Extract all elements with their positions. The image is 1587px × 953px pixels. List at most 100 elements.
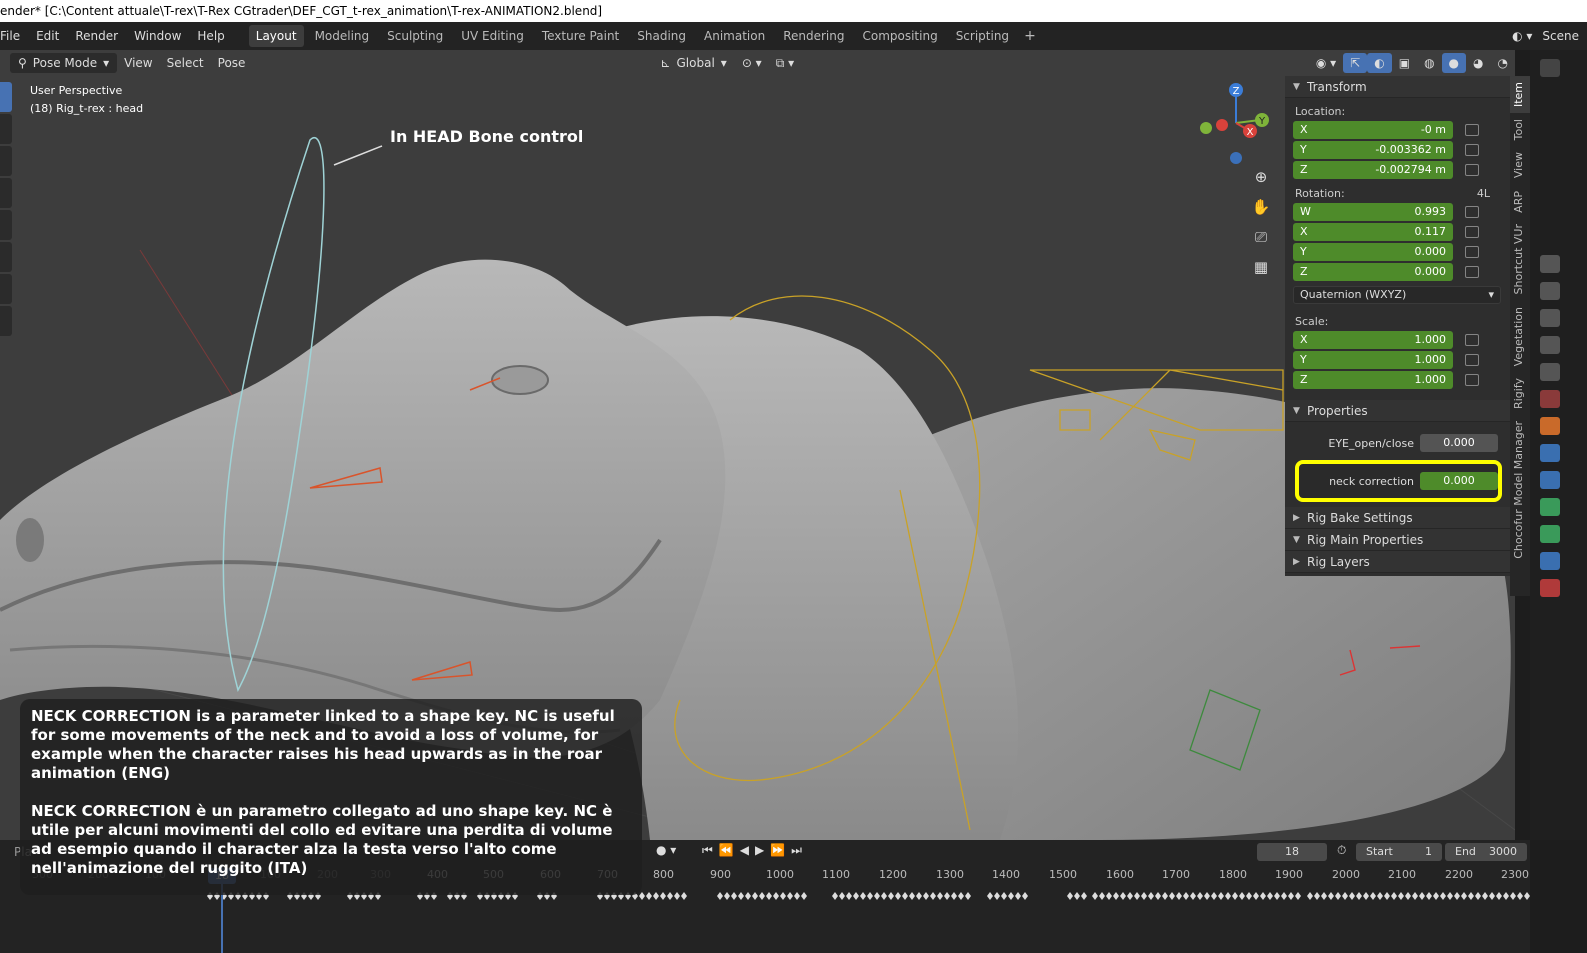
keyframe-diamond[interactable] <box>1475 892 1481 900</box>
keyframe-diamond[interactable] <box>1155 892 1161 900</box>
menu-edit[interactable]: Edit <box>28 22 67 50</box>
keyframe-diamond[interactable] <box>1204 892 1210 900</box>
keyframe-diamond[interactable] <box>1162 892 1168 900</box>
rotation-w-field[interactable]: W 0.993 <box>1293 203 1453 221</box>
keyframe-diamond[interactable] <box>1482 892 1488 900</box>
keyframe-diamond[interactable] <box>674 892 680 900</box>
object-properties-icon[interactable] <box>1540 417 1560 435</box>
keyframe-diamond[interactable] <box>965 892 971 900</box>
keyframe-diamond[interactable] <box>1496 892 1502 900</box>
rig-layers-header[interactable]: ▶ Rig Layers <box>1285 551 1510 573</box>
rotation-y-field[interactable]: Y 0.000 <box>1293 243 1453 261</box>
keyframe-diamond[interactable] <box>1190 892 1196 900</box>
keyframe-diamond[interactable] <box>1015 892 1021 900</box>
keyframe-diamond[interactable] <box>888 892 894 900</box>
tool-settings-icon[interactable] <box>1540 255 1560 273</box>
keyframe-diamond[interactable] <box>1412 892 1418 900</box>
keyframe-diamond[interactable] <box>846 892 852 900</box>
keyframe-diamond[interactable] <box>801 892 807 900</box>
keyframe-diamond[interactable] <box>1335 892 1341 900</box>
keyframe-diamond[interactable] <box>1225 892 1231 900</box>
pivot-selector[interactable]: ⊙ ▾ <box>735 53 769 73</box>
keyframe-diamond[interactable] <box>832 892 838 900</box>
keyframe-diamond[interactable] <box>1092 892 1098 900</box>
keyframe-diamond[interactable] <box>902 892 908 900</box>
keyframe-diamond[interactable] <box>1211 892 1217 900</box>
end-frame-field[interactable]: End 3000 <box>1445 843 1527 861</box>
bone-constraint-icon[interactable] <box>1540 552 1560 570</box>
keyframe-diamond[interactable] <box>1197 892 1203 900</box>
rotation-x-field[interactable]: X 0.117 <box>1293 223 1453 241</box>
keyframe-diamond[interactable] <box>867 892 873 900</box>
keyframe-diamond[interactable] <box>1468 892 1474 900</box>
tab-compositing[interactable]: Compositing <box>855 25 944 47</box>
stopwatch-icon[interactable]: ⏱ <box>1337 843 1346 858</box>
lock-icon[interactable] <box>1465 144 1479 156</box>
cursor-tool-icon[interactable] <box>0 114 12 144</box>
wireframe-shading-button[interactable]: ◍ <box>1417 53 1441 73</box>
tab-rigify[interactable]: Rigify <box>1510 372 1530 415</box>
keyframe-diamond[interactable] <box>1440 892 1446 900</box>
keyframe-diamond[interactable] <box>1447 892 1453 900</box>
keyframe-diamond[interactable] <box>738 892 744 900</box>
scene-selector[interactable]: ◐ ▾ Scene <box>1512 22 1587 50</box>
output-properties-icon[interactable] <box>1540 309 1560 327</box>
orientation-selector[interactable]: ⊾ Global ▾ <box>652 53 734 73</box>
world-properties-icon[interactable] <box>1540 390 1560 408</box>
tab-sculpting[interactable]: Sculpting <box>380 25 450 47</box>
material-shading-button[interactable]: ◕ <box>1466 53 1490 73</box>
keyframe-diamond[interactable] <box>1524 892 1530 900</box>
mode-selector[interactable]: ⚲ Pose Mode ▾ <box>10 53 118 73</box>
gizmo-toggle[interactable]: ⇱ <box>1343 53 1368 73</box>
camera-view-icon[interactable]: ⎚ <box>1248 224 1274 250</box>
location-x-field[interactable]: X -0 m <box>1293 121 1453 139</box>
keyframe-diamond[interactable] <box>1288 892 1294 900</box>
keyframe-diamond[interactable] <box>1274 892 1280 900</box>
keyframe-diamond[interactable] <box>1426 892 1432 900</box>
menu-file[interactable]: File <box>0 22 28 50</box>
keyframe-diamond[interactable] <box>1218 892 1224 900</box>
keyframe-diamond[interactable] <box>1356 892 1362 900</box>
scale-z-field[interactable]: Z 1.000 <box>1293 371 1453 389</box>
keyframe-diamond[interactable] <box>1307 892 1313 900</box>
start-frame-field[interactable]: Start 1 <box>1356 843 1442 861</box>
record-icon[interactable]: ● ▾ <box>656 843 676 857</box>
keyframe-diamond[interactable] <box>987 892 993 900</box>
current-frame-field[interactable]: 18 <box>1257 843 1327 861</box>
lock-icon[interactable] <box>1465 206 1479 218</box>
transform-panel-header[interactable]: ▼ Transform <box>1285 76 1510 98</box>
lock-icon[interactable] <box>1465 164 1479 176</box>
keyframe-diamond[interactable] <box>1321 892 1327 900</box>
measure-tool-icon[interactable] <box>0 306 12 336</box>
keyframe-diamond[interactable] <box>1176 892 1182 900</box>
keyframe-diamond[interactable] <box>1489 892 1495 900</box>
keyframe-diamond[interactable] <box>1113 892 1119 900</box>
keyframe-diamond[interactable] <box>1384 892 1390 900</box>
keyframe-diamond[interactable] <box>724 892 730 900</box>
physics-properties-icon[interactable] <box>1540 471 1560 489</box>
solid-shading-button[interactable]: ● <box>1441 53 1467 73</box>
keyframe-diamond[interactable] <box>1328 892 1334 900</box>
keyframe-diamond[interactable] <box>1099 892 1105 900</box>
armature-data-icon[interactable] <box>1540 498 1560 516</box>
tab-texture-paint[interactable]: Texture Paint <box>535 25 626 47</box>
keyframe-diamond[interactable] <box>1267 892 1273 900</box>
keyframe-diamond[interactable] <box>1314 892 1320 900</box>
lock-icon[interactable] <box>1465 334 1479 346</box>
keyframe-diamond[interactable] <box>916 892 922 900</box>
keyframe-diamond[interactable] <box>909 892 915 900</box>
rendered-shading-button[interactable]: ◔ <box>1491 53 1515 73</box>
overlay-toggle[interactable]: ◐ <box>1367 53 1392 73</box>
keyframe-diamond[interactable] <box>923 892 929 900</box>
keyframe-diamond[interactable] <box>1370 892 1376 900</box>
keyframe-diamond[interactable] <box>874 892 880 900</box>
keyframe-diamond[interactable] <box>951 892 957 900</box>
keyframe-diamond[interactable] <box>839 892 845 900</box>
lock-icon[interactable] <box>1465 266 1479 278</box>
tab-arp[interactable]: ARP <box>1510 185 1530 219</box>
texture-properties-icon[interactable] <box>1540 579 1560 597</box>
keyframe-diamond[interactable] <box>1281 892 1287 900</box>
keyframe-diamond[interactable] <box>1169 892 1175 900</box>
keyframe-diamond[interactable] <box>937 892 943 900</box>
render-properties-icon[interactable] <box>1540 282 1560 300</box>
